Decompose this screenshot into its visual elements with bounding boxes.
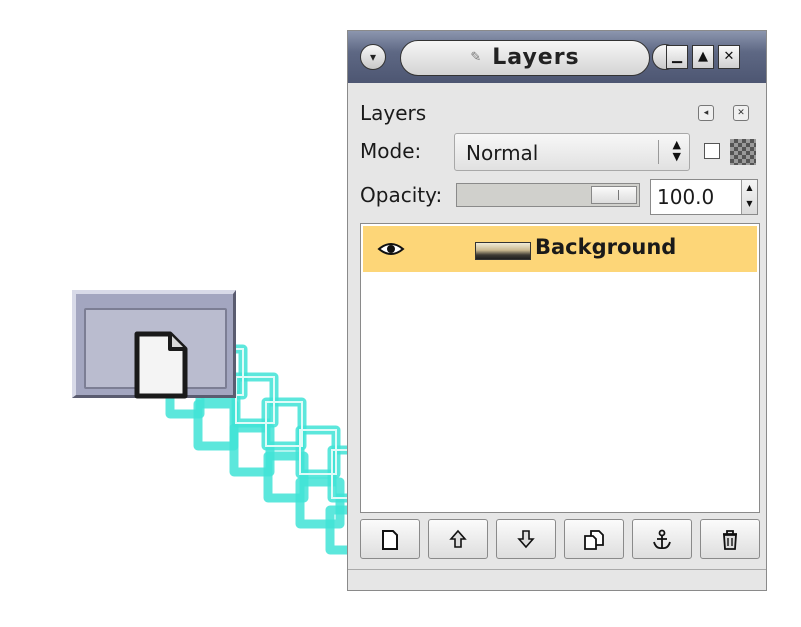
mode-select[interactable]: Normal ▲ ▼	[454, 133, 690, 171]
maximize-icon[interactable]: ▲	[692, 45, 714, 69]
mode-value: Normal	[466, 141, 539, 165]
opacity-slider-thumb[interactable]	[591, 186, 637, 204]
panel-close-icon[interactable]: ✕	[733, 105, 749, 121]
arrow-up-icon	[449, 529, 467, 548]
window-menu-icon[interactable]: ▾	[360, 44, 386, 70]
close-icon[interactable]: ✕	[718, 45, 740, 69]
delete-layer-button[interactable]	[700, 519, 760, 559]
panel-title: Layers	[360, 101, 427, 125]
zoomed-new-layer-button	[72, 290, 236, 399]
anchor-icon	[653, 529, 671, 550]
window-title[interactable]: ✎ Layers	[400, 40, 650, 76]
zoomed-button-face	[84, 308, 227, 399]
opacity-spinbutton[interactable]: 100.0 ▲ ▼	[650, 179, 758, 215]
window-titlebar[interactable]: ▾ ✎ Layers ▁ ▲ ✕	[348, 31, 766, 83]
opacity-value: 100.0	[657, 185, 715, 209]
minimize-icon[interactable]: ▁	[666, 45, 688, 69]
trash-icon	[723, 530, 737, 550]
layer-row[interactable]: Background	[363, 226, 757, 272]
layers-window: ▾ ✎ Layers ▁ ▲ ✕ Layers ◂ ✕ Mode: Normal …	[347, 30, 767, 591]
anchor-layer-button[interactable]	[632, 519, 692, 559]
layer-name: Background	[535, 235, 677, 259]
duplicate-icon	[584, 530, 604, 550]
spin-arrows-icon[interactable]: ▲ ▼	[741, 180, 757, 214]
opacity-slider[interactable]	[456, 183, 640, 207]
raise-layer-button[interactable]	[428, 519, 488, 559]
layer-buttons-bar	[360, 519, 760, 561]
lower-layer-button[interactable]	[496, 519, 556, 559]
arrow-down-icon	[517, 530, 535, 549]
panel-menu-icon[interactable]: ◂	[698, 105, 714, 121]
duplicate-layer-button[interactable]	[564, 519, 624, 559]
window-title-text: Layers	[492, 45, 580, 70]
mode-label: Mode:	[360, 139, 422, 163]
brush-icon: ✎	[470, 50, 483, 65]
layers-list[interactable]: Background	[360, 223, 760, 513]
lock-alpha-icon	[730, 139, 756, 165]
new-layer-button[interactable]	[360, 519, 420, 559]
lock-alpha-checkbox[interactable]	[704, 143, 720, 159]
opacity-label: Opacity:	[360, 183, 443, 207]
mode-separator	[658, 140, 659, 164]
window-bottom-edge	[348, 569, 766, 576]
layer-thumbnail	[475, 242, 531, 260]
updown-arrows-icon: ▲ ▼	[672, 138, 681, 163]
eye-icon[interactable]	[377, 241, 405, 257]
new-document-icon	[134, 331, 188, 399]
new-document-icon	[382, 530, 398, 550]
